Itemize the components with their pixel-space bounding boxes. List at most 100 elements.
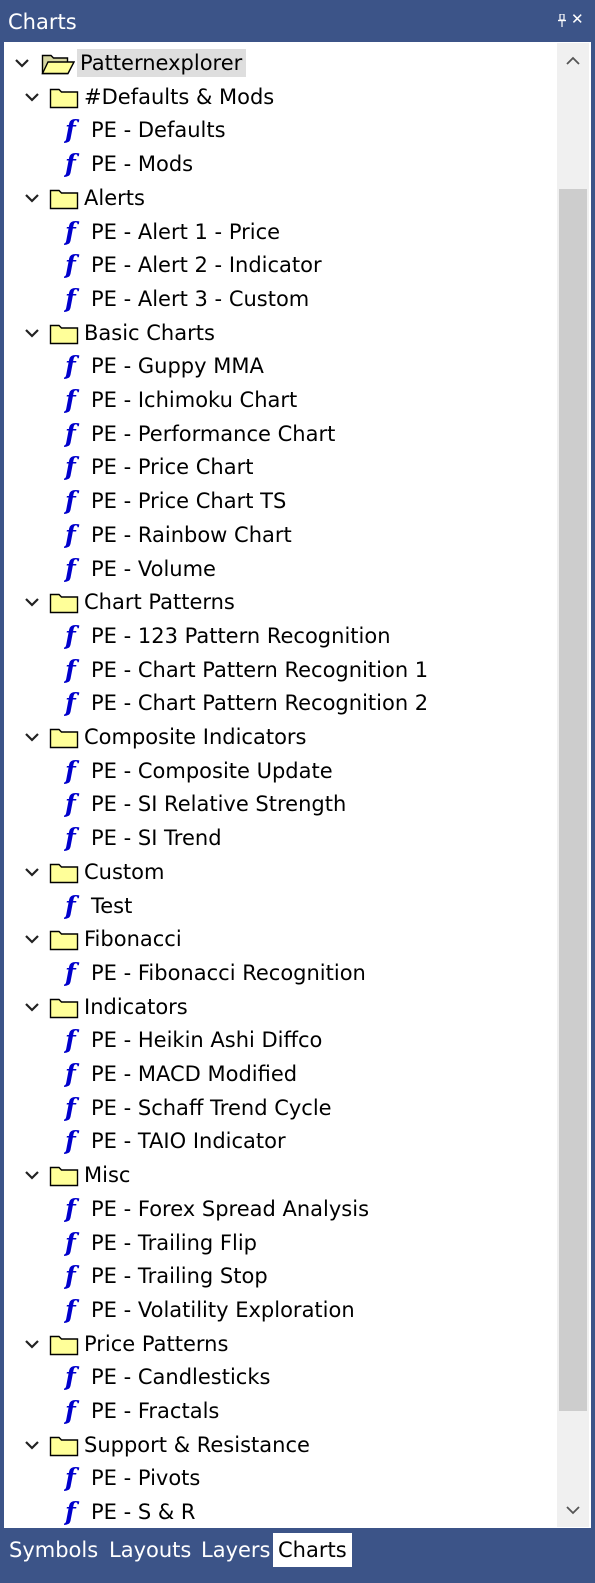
tree-item[interactable]: f PE - 123 Pattern Recognition <box>64 619 391 653</box>
close-icon[interactable]: ✕ <box>571 10 584 28</box>
formula-icon: f <box>64 117 82 143</box>
formula-icon: f <box>64 758 82 784</box>
tree-item-label: PE - Price Chart TS <box>91 489 287 514</box>
chevron-down-icon[interactable] <box>22 929 42 949</box>
tab-symbols[interactable]: Symbols <box>4 1533 103 1567</box>
tree-group[interactable]: Fibonacci <box>22 922 182 956</box>
svg-text:f: f <box>64 286 80 312</box>
folder-icon <box>49 725 79 749</box>
tree-group[interactable]: Basic Charts <box>22 316 215 350</box>
tree-item[interactable]: f PE - Guppy MMA <box>64 349 264 383</box>
formula-icon: f <box>64 488 82 514</box>
chevron-down-icon[interactable] <box>22 1334 42 1354</box>
svg-text:f: f <box>64 454 80 480</box>
tree-group[interactable]: Indicators <box>22 990 188 1024</box>
tree-item[interactable]: f PE - Ichimoku Chart <box>64 383 297 417</box>
tree-item[interactable]: f PE - SI Trend <box>64 821 222 855</box>
scrollbar-thumb[interactable] <box>559 189 587 1411</box>
tree-item[interactable]: f PE - SI Relative Strength <box>64 787 346 821</box>
tree-item[interactable]: f PE - Forex Spread Analysis <box>64 1192 369 1226</box>
tree-root[interactable]: Patternexplorer <box>12 46 247 80</box>
svg-text:f: f <box>64 1128 80 1154</box>
tree-item-label: PE - Trailing Stop <box>91 1264 268 1289</box>
svg-text:f: f <box>64 1398 80 1424</box>
svg-text:f: f <box>64 960 80 986</box>
tree-item[interactable]: f PE - Heikin Ashi Diffco <box>64 1023 322 1057</box>
tree-item[interactable]: f PE - MACD Modified <box>64 1057 297 1091</box>
svg-text:f: f <box>64 488 80 514</box>
chevron-down-icon[interactable] <box>22 1435 42 1455</box>
vertical-scrollbar[interactable] <box>557 43 589 1527</box>
svg-text:f: f <box>64 1297 80 1323</box>
svg-text:f: f <box>64 1095 80 1121</box>
scroll-down-icon[interactable] <box>557 1493 589 1527</box>
tree-item[interactable]: f PE - S & R <box>64 1495 196 1528</box>
tree-group[interactable]: #Defaults & Mods <box>22 80 274 114</box>
tree-item[interactable]: f PE - Alert 1 - Price <box>64 215 280 249</box>
formula-icon: f <box>64 454 82 480</box>
folder-icon <box>49 85 79 109</box>
tree-item[interactable]: f PE - Volatility Exploration <box>64 1293 355 1327</box>
tree-item[interactable]: f PE - Fractals <box>64 1394 219 1428</box>
tree-item[interactable]: f PE - Price Chart TS <box>64 484 286 518</box>
charts-tree-panel[interactable]: Patternexplorer #Defaults & Mods f PE - Def… <box>4 42 591 1528</box>
chevron-down-icon[interactable] <box>22 997 42 1017</box>
tree-group[interactable]: Chart Patterns <box>22 585 235 619</box>
tree-item-label: PE - SI Relative Strength <box>91 792 347 817</box>
tree-item[interactable]: f PE - Chart Pattern Recognition 1 <box>64 653 428 687</box>
folder-icon <box>49 995 79 1019</box>
tree-item[interactable]: f PE - Schaff Trend Cycle <box>64 1091 332 1125</box>
tree-item-label: PE - Performance Chart <box>91 421 336 446</box>
tree-item[interactable]: f PE - Mods <box>64 147 193 181</box>
tree-item-label: Chart Patterns <box>84 590 235 615</box>
svg-text:f: f <box>64 1196 80 1222</box>
tree-group[interactable]: Support & Resistance <box>22 1428 310 1462</box>
tree-item-label: Test <box>91 893 133 918</box>
svg-text:f: f <box>64 1465 80 1491</box>
formula-icon: f <box>64 893 82 919</box>
pin-icon[interactable] <box>557 13 567 27</box>
chevron-down-icon[interactable] <box>22 862 42 882</box>
scroll-up-icon[interactable] <box>557 43 589 77</box>
chevron-down-icon[interactable] <box>22 1165 42 1185</box>
tree-item[interactable]: f Test <box>64 889 132 923</box>
tree-group[interactable]: Alerts <box>22 181 145 215</box>
chevron-down-icon[interactable] <box>22 592 42 612</box>
tree-group[interactable]: Misc <box>22 1158 130 1192</box>
tab-charts[interactable]: Charts <box>273 1533 352 1567</box>
tree-item-label: PE - Mods <box>91 152 194 177</box>
formula-icon: f <box>64 421 82 447</box>
formula-icon: f <box>64 1263 82 1289</box>
tree-item[interactable]: f PE - Pivots <box>64 1461 200 1495</box>
chevron-down-icon[interactable] <box>12 53 32 73</box>
chevron-down-icon[interactable] <box>22 323 42 343</box>
tree-item[interactable]: f PE - Trailing Flip <box>64 1226 257 1260</box>
tree-item[interactable]: f PE - TAIO Indicator <box>64 1124 286 1158</box>
tree-item-label: PE - Heikin Ashi Diffco <box>91 1028 323 1053</box>
panel-title: Charts <box>8 10 77 34</box>
tab-layouts[interactable]: Layouts <box>104 1533 196 1567</box>
tree-item-label: Custom <box>84 859 165 884</box>
tree-group[interactable]: Custom <box>22 855 164 889</box>
tree-item[interactable]: f PE - Fibonacci Recognition <box>64 956 366 990</box>
tree-group[interactable]: Composite Indicators <box>22 720 307 754</box>
chevron-down-icon[interactable] <box>22 188 42 208</box>
tree-item[interactable]: f PE - Candlesticks <box>64 1360 270 1394</box>
chevron-down-icon[interactable] <box>22 87 42 107</box>
tree-item[interactable]: f PE - Performance Chart <box>64 417 335 451</box>
tree-item[interactable]: f PE - Volume <box>64 552 216 586</box>
tree-item[interactable]: f PE - Price Chart <box>64 450 253 484</box>
tree-item[interactable]: f PE - Chart Pattern Recognition 2 <box>64 686 428 720</box>
svg-text:f: f <box>64 522 80 548</box>
tab-layers[interactable]: Layers <box>196 1533 276 1567</box>
tree-item[interactable]: f PE - Alert 3 - Custom <box>64 282 309 316</box>
chevron-down-icon[interactable] <box>22 727 42 747</box>
formula-icon: f <box>64 1465 82 1491</box>
folder-icon <box>49 1332 79 1356</box>
tree-item[interactable]: f PE - Trailing Stop <box>64 1259 268 1293</box>
tree-item[interactable]: f PE - Composite Update <box>64 754 333 788</box>
tree-item[interactable]: f PE - Defaults <box>64 113 226 147</box>
tree-item[interactable]: f PE - Alert 2 - Indicator <box>64 248 322 282</box>
tree-item[interactable]: f PE - Rainbow Chart <box>64 518 292 552</box>
tree-group[interactable]: Price Patterns <box>22 1327 228 1361</box>
